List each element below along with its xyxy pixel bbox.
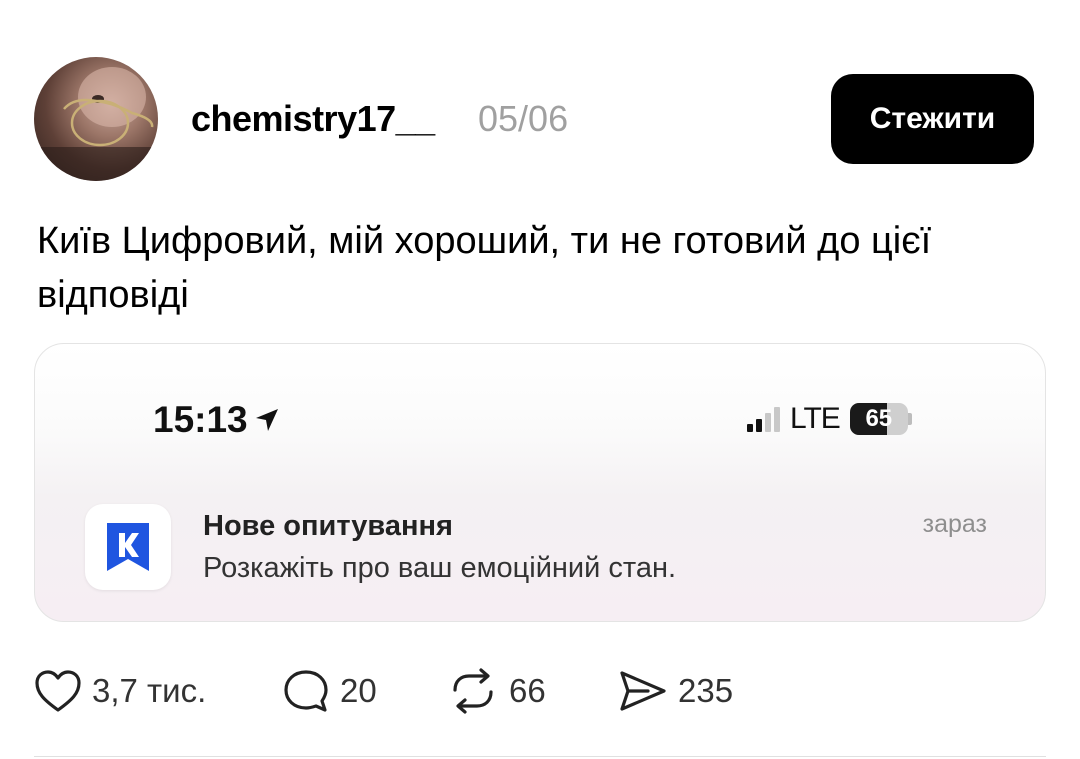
battery-tip — [907, 413, 912, 425]
reply-count: 20 — [340, 672, 377, 709]
avatar-photo — [34, 67, 158, 181]
network-type: LTE — [790, 402, 841, 435]
kyiv-digital-app-icon — [85, 504, 171, 590]
post-actions: 3,7 тис. 20 66 235 — [34, 668, 733, 714]
battery-icon: 65 — [849, 403, 908, 435]
post-image[interactable]: 15:13 LTE 65 Нове опитування Розкажіть п… — [34, 343, 1046, 622]
post-text: Київ Цифровий, мій хороший, ти не готови… — [37, 220, 932, 316]
follow-button[interactable]: Стежити — [831, 74, 1034, 164]
location-arrow-icon — [255, 409, 278, 431]
divider — [34, 756, 1046, 757]
avatar[interactable] — [34, 57, 158, 181]
share-button[interactable]: 235 — [618, 669, 733, 713]
status-time-text: 15:13 — [153, 399, 248, 440]
notification: Нове опитування Розкажіть про ваш емоцій… — [35, 464, 1045, 621]
notification-title: Нове опитування — [203, 510, 453, 542]
repost-icon — [453, 668, 493, 714]
repost-button[interactable]: 66 — [447, 668, 618, 714]
repost-count: 66 — [509, 672, 546, 709]
heart-icon — [35, 670, 81, 712]
send-icon — [620, 671, 666, 711]
like-button[interactable]: 3,7 тис. — [34, 669, 282, 713]
notification-time: зараз — [922, 510, 987, 538]
share-count: 235 — [678, 672, 734, 709]
like-count: 3,7 тис. — [92, 672, 207, 709]
notification-body: Розкажіть про ваш емоційний стан. — [203, 552, 677, 584]
username[interactable]: chemistry17__ — [191, 98, 435, 140]
status-bar-time: 15:13 — [153, 399, 280, 441]
post-date: 05/06 — [478, 98, 569, 139]
reply-button[interactable]: 20 — [282, 668, 447, 714]
comment-icon — [284, 670, 328, 712]
status-bar-indicators: LTE 65 — [747, 402, 912, 436]
signal-icon — [747, 406, 780, 432]
battery-percent: 65 — [865, 405, 893, 432]
